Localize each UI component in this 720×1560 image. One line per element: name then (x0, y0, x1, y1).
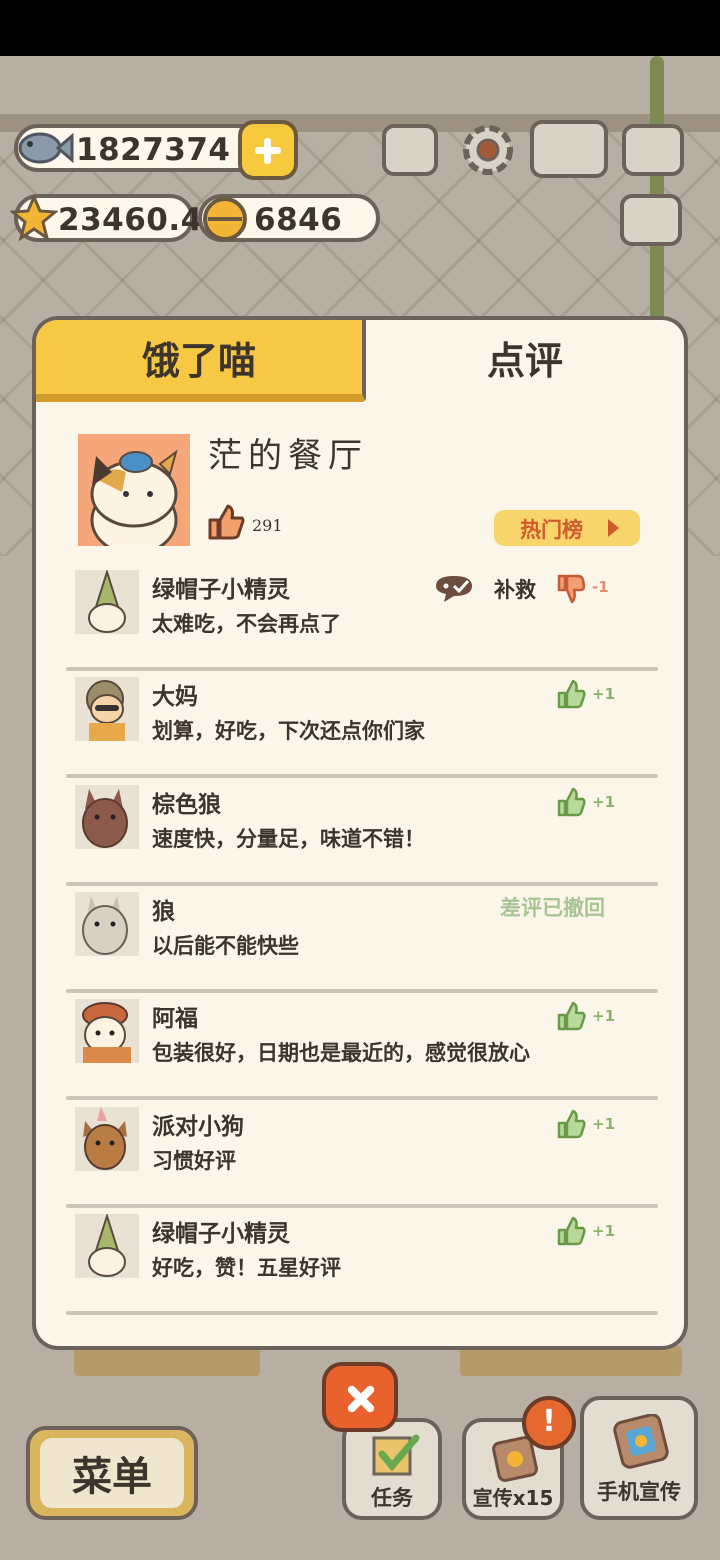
vote-count: +1 (592, 1115, 616, 1133)
tasks-label: 任务 (371, 1486, 413, 1510)
divider (66, 774, 658, 778)
tab-hungry-cat[interactable]: 饿了喵 (36, 320, 366, 402)
gnome-avatar (75, 570, 139, 634)
phone-flyer-icon (613, 1414, 669, 1469)
camera-icon[interactable] (622, 124, 684, 176)
reviews-modal: 饿了喵 点评 茫的餐厅 291 热门榜 绿帽子小精灵 太难吃，不会再点了 补救 … (32, 316, 688, 1350)
thumbs-down-icon (557, 574, 586, 604)
thumbs-up-icon (557, 1216, 586, 1246)
reviewer-name: 棕色狼 (152, 792, 221, 818)
review-item: 绿帽子小精灵 太难吃，不会再点了 补救 -1 (66, 564, 658, 671)
reviewer-name: 狼 (152, 899, 175, 925)
chat-bubble-icon[interactable] (432, 572, 478, 604)
floor-decoration (460, 1346, 682, 1376)
bell-count: 6846 (254, 202, 343, 238)
thumbs-up-icon (557, 679, 586, 709)
review-item: 狼 以后能不能快些 差评已撤回 (66, 886, 658, 993)
notice-board-icon[interactable] (620, 194, 682, 246)
party-dog-avatar (75, 1107, 139, 1171)
review-text: 习惯好评 (152, 1149, 236, 1173)
gnome-avatar (75, 1214, 139, 1278)
cat-avatar-icon (90, 449, 178, 546)
phone-promote-button[interactable]: 手机宣传 (580, 1396, 698, 1520)
ranking-icon[interactable] (382, 124, 438, 176)
restaurant-like-count: 291 (252, 516, 283, 535)
alert-badge-label: ! (542, 1404, 556, 1439)
review-item: 派对小狗 习惯好评 +1 (66, 1101, 658, 1208)
thumbs-up-icon (557, 787, 586, 817)
tab-hungry-cat-label: 饿了喵 (141, 339, 256, 383)
review-item: 绿帽子小精灵 好吃，赞！五星好评 +1 (66, 1208, 658, 1315)
vote-count: -1 (592, 578, 609, 596)
review-text: 速度快，分量足，味道不错！ (152, 827, 425, 851)
add-fish-button[interactable] (238, 120, 298, 180)
review-text: 好吃，赞！五星好评 (152, 1256, 341, 1280)
gear-icon[interactable] (458, 120, 518, 180)
vote-count: +1 (592, 1007, 616, 1025)
fish-icon (18, 132, 74, 164)
promote-label: 宣传x15 (472, 1486, 554, 1510)
vote-count: +1 (592, 1222, 616, 1240)
brown-wolf-avatar (75, 785, 139, 849)
book-icon[interactable] (530, 120, 608, 178)
divider (66, 1311, 658, 1315)
review-item: 阿福 包装很好，日期也是最近的，感觉很放心 +1 (66, 993, 658, 1100)
floor-decoration (74, 1346, 260, 1376)
alert-badge: ! (522, 1396, 576, 1450)
review-item: 棕色狼 速度快，分量足，味道不错！ +1 (66, 779, 658, 886)
status-bar (0, 0, 720, 56)
phone-promote-label: 手机宣传 (597, 1480, 681, 1504)
vote-count: +1 (592, 793, 616, 811)
reviewer-name: 绿帽子小精灵 (152, 1221, 290, 1247)
review-item: 大妈 划算，好吃，下次还点你们家 +1 (66, 671, 658, 778)
restaurant-name: 茫的餐厅 (208, 436, 368, 476)
fish-count: 1827374 (76, 132, 231, 168)
tab-reviews-label: 点评 (486, 339, 563, 383)
divider (66, 1096, 658, 1100)
review-text: 划算，好吃，下次还点你们家 (152, 719, 425, 743)
reviews-panel: 饿了喵 点评 茫的餐厅 291 热门榜 绿帽子小精灵 太难吃，不会再点了 补救 … (36, 320, 684, 1346)
arrow-right-icon (608, 519, 619, 537)
restaurant-avatar (78, 434, 190, 546)
reviewer-name: 派对小狗 (152, 1114, 244, 1140)
checklist-icon (372, 1434, 420, 1476)
menu-label: 菜单 (72, 1454, 152, 1500)
menu-button[interactable]: 菜单 (26, 1426, 198, 1520)
review-text: 太难吃，不会再点了 (152, 612, 341, 636)
star-icon (10, 194, 58, 242)
reviewer-name: 绿帽子小精灵 (152, 577, 290, 603)
review-text: 包装很好，日期也是最近的，感觉很放心 (152, 1041, 530, 1065)
tasks-button[interactable]: 任务 (342, 1418, 442, 1520)
reviewer-name: 大妈 (152, 684, 198, 710)
bell-icon (203, 197, 247, 241)
afu-avatar (75, 999, 139, 1063)
close-button[interactable] (322, 1362, 398, 1432)
hot-list-button[interactable]: 热门榜 (494, 510, 640, 546)
remedy-button[interactable]: 补救 (494, 574, 536, 604)
reviewer-name: 阿福 (152, 1006, 198, 1032)
vote-count: +1 (592, 685, 616, 703)
thumbs-up-icon (557, 1001, 586, 1031)
star-count: 23460.4 (58, 202, 203, 238)
retracted-status: 差评已撤回 (500, 896, 605, 920)
review-text: 以后能不能快些 (152, 934, 299, 958)
wolf-avatar (75, 892, 139, 956)
tab-reviews[interactable]: 点评 (366, 320, 684, 394)
thumbs-up-icon (208, 504, 245, 540)
thumbs-up-icon (557, 1109, 586, 1139)
auntie-avatar (75, 677, 139, 741)
hot-list-label: 热门榜 (520, 518, 583, 542)
